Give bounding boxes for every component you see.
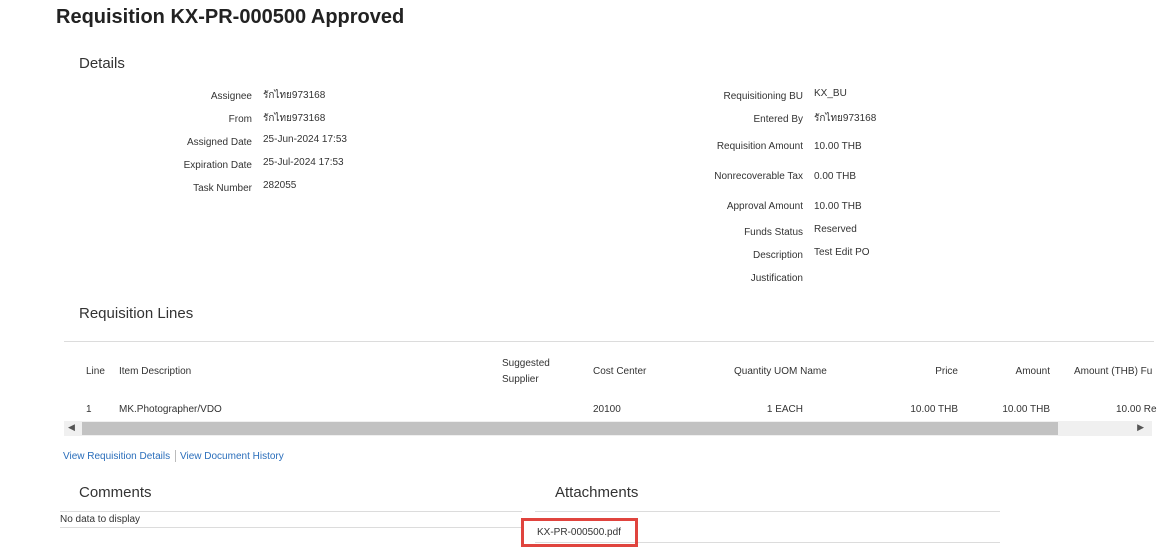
details-heading: Details — [79, 55, 125, 72]
col-item-description: Item Description — [119, 366, 192, 377]
scroll-left-icon[interactable]: ◀ — [68, 422, 75, 433]
task-number-label: Task Number — [193, 183, 252, 194]
scrollbar-thumb[interactable] — [82, 422, 1058, 435]
col-amount: Amount — [1015, 366, 1050, 377]
col-suggested: Suggested — [502, 358, 550, 369]
assigned-date-label: Assigned Date — [186, 137, 252, 148]
from-label: From — [228, 114, 252, 125]
task-number-value: 282055 — [263, 180, 297, 191]
view-document-history-link[interactable]: View Document History — [180, 451, 284, 462]
col-price: Price — [935, 366, 958, 377]
assignee-label: Assignee — [210, 91, 252, 102]
col-quantity-uom: Quantity UOM Name — [734, 366, 827, 377]
expiration-date-value: 25-Jul-2024 17:53 — [263, 157, 344, 168]
approval-amount-value: 10.00 THB — [814, 201, 862, 212]
attachment-file-link[interactable]: KX-PR-000500.pdf — [521, 518, 638, 547]
cell-quantity: 1 EACH — [766, 404, 803, 415]
cell-item: MK.Photographer/VDO — [119, 404, 222, 415]
entered-by-label: Entered By — [753, 114, 803, 125]
assigned-date-value: 25-Jun-2024 17:53 — [263, 134, 347, 145]
description-value: Test Edit PO — [814, 247, 870, 258]
req-amount-label: Requisition Amount — [716, 141, 803, 152]
cell-amount: 10.00 THB — [1002, 404, 1050, 415]
expiration-date-label: Expiration Date — [183, 160, 252, 171]
cell-line: 1 — [86, 404, 92, 415]
comments-empty: No data to display — [60, 514, 141, 525]
approval-amount-label: Approval Amount — [726, 201, 803, 212]
scroll-right-icon[interactable]: ▶ — [1137, 422, 1144, 433]
requisition-lines-heading: Requisition Lines — [79, 305, 194, 322]
col-amount-thb: Amount (THB) Fu — [1074, 366, 1153, 377]
col-cost-center: Cost Center — [593, 366, 647, 377]
cell-amount-thb: 10.00 Re — [1116, 404, 1157, 415]
link-divider — [175, 450, 176, 462]
funds-status-value: Reserved — [814, 224, 857, 235]
description-label: Description — [752, 250, 803, 261]
entered-by-value: รักไทย973168 — [814, 113, 877, 124]
req-bu-label: Requisitioning BU — [723, 91, 804, 102]
comments-heading: Comments — [79, 484, 152, 501]
page-title: Requisition KX-PR-000500 Approved — [56, 6, 405, 28]
tax-value: 0.00 THB — [814, 171, 857, 182]
horizontal-scrollbar[interactable]: ◀ ▶ — [64, 421, 1152, 436]
req-bu-value: KX_BU — [814, 88, 847, 99]
req-amount-value: 10.00 THB — [814, 141, 862, 152]
cell-cost-center: 20100 — [593, 404, 621, 415]
funds-status-label: Funds Status — [744, 227, 803, 238]
view-requisition-details-link[interactable]: View Requisition Details — [63, 451, 170, 462]
attachments-heading: Attachments — [555, 484, 639, 501]
justification-label: Justification — [750, 273, 803, 284]
from-value: รักไทย973168 — [263, 113, 326, 124]
cell-price: 10.00 THB — [910, 404, 958, 415]
col-supplier: Supplier — [502, 374, 539, 385]
col-line: Line — [86, 366, 105, 377]
tax-label: Nonrecoverable Tax — [714, 171, 803, 182]
assignee-value: รักไทย973168 — [263, 90, 326, 101]
